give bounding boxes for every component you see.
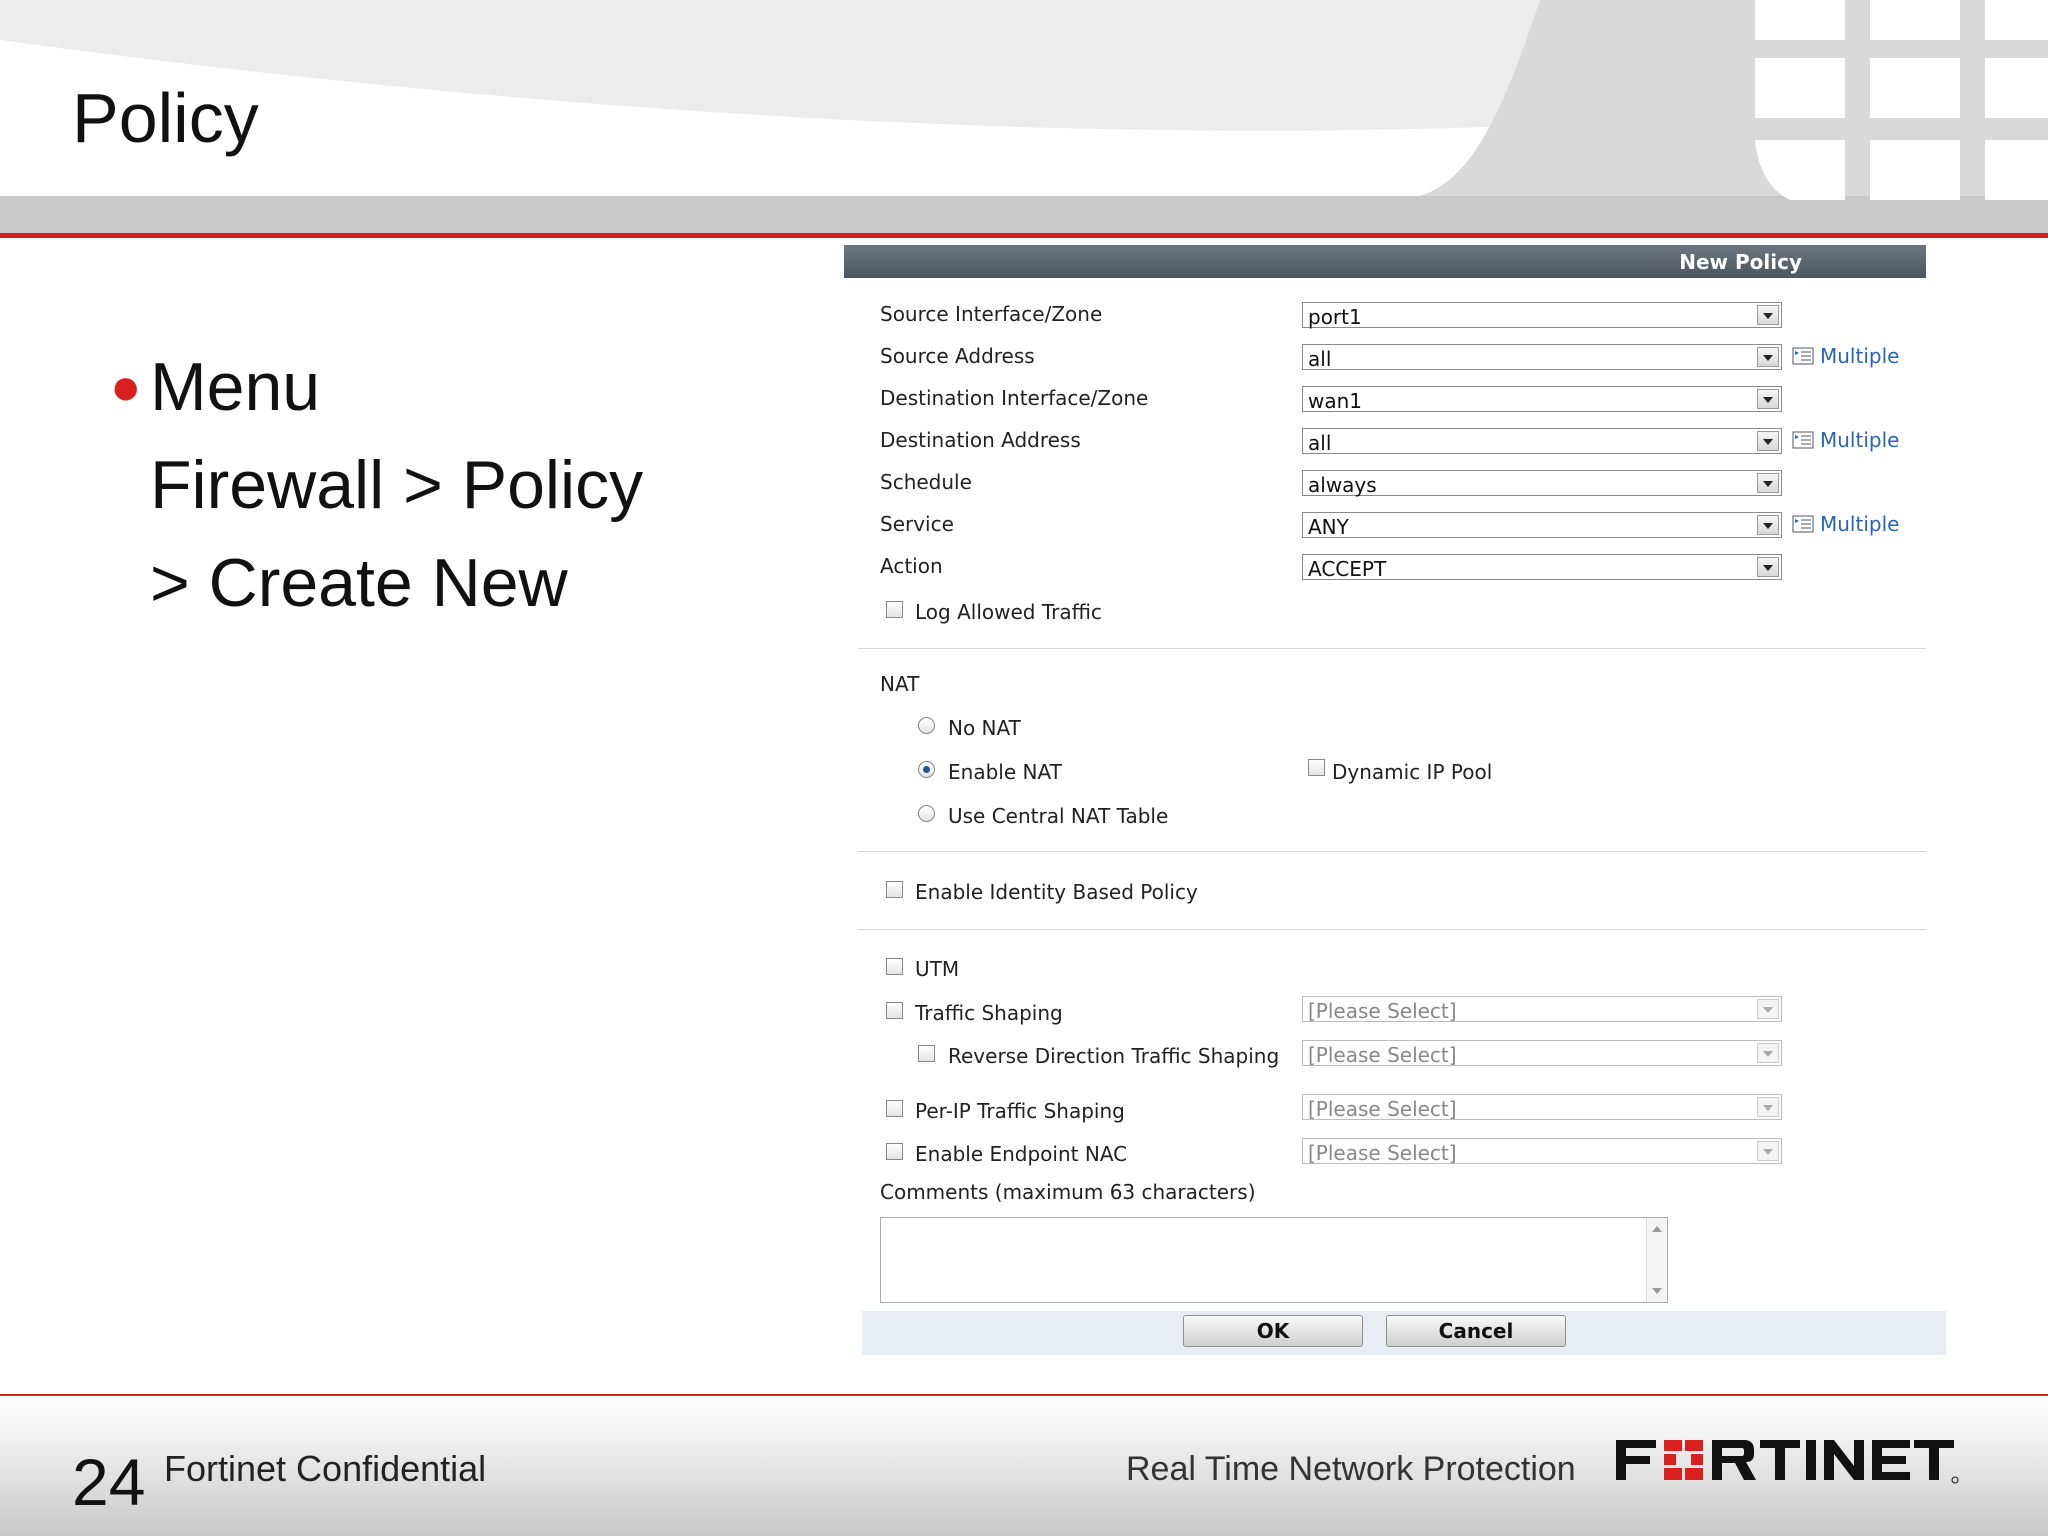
reverse-shaping-select[interactable]: [Please Select] bbox=[1302, 1040, 1782, 1067]
no-nat-radio[interactable] bbox=[918, 717, 935, 734]
bullet-line-1: Menu bbox=[150, 349, 321, 425]
traffic-shaping-value: [Please Select] bbox=[1308, 999, 1457, 1023]
endpoint-nac-select[interactable]: [Please Select] bbox=[1302, 1138, 1782, 1165]
destination-interface-select[interactable]: wan1 bbox=[1302, 386, 1782, 413]
footer-tagline: Real Time Network Protection bbox=[1126, 1450, 1576, 1488]
service-select[interactable]: ANY bbox=[1302, 512, 1782, 539]
per-ip-shaping-checkbox[interactable] bbox=[886, 1100, 903, 1117]
multiple-label: Multiple bbox=[1820, 428, 1900, 452]
reverse-shaping-value: [Please Select] bbox=[1308, 1043, 1457, 1067]
action-value: ACCEPT bbox=[1308, 557, 1387, 581]
source-address-multiple-link[interactable]: Multiple bbox=[1792, 344, 1899, 368]
fortinet-logo bbox=[1616, 1440, 1959, 1484]
slide: Policy ● Menu Firewall > Policy > Create… bbox=[0, 0, 2048, 1536]
chevron-down-icon[interactable] bbox=[1757, 389, 1779, 409]
multiple-list-icon bbox=[1792, 515, 1814, 533]
log-allowed-checkbox[interactable] bbox=[886, 601, 903, 618]
multiple-label: Multiple bbox=[1820, 512, 1900, 536]
footer-confidential: Fortinet Confidential bbox=[164, 1448, 487, 1489]
header-rule bbox=[0, 233, 2048, 238]
dialog-header: New Policy bbox=[844, 245, 1926, 278]
endpoint-nac-value: [Please Select] bbox=[1308, 1141, 1457, 1165]
comments-textarea[interactable] bbox=[880, 1217, 1668, 1303]
bullet-line-2: Firewall > Policy bbox=[150, 447, 644, 523]
destination-address-label: Destination Address bbox=[880, 428, 1081, 452]
comments-label: Comments (maximum 63 characters) bbox=[880, 1180, 1256, 1204]
destination-address-multiple-link[interactable]: Multiple bbox=[1792, 428, 1899, 452]
source-address-label: Source Address bbox=[880, 344, 1035, 368]
utm-checkbox[interactable] bbox=[886, 958, 903, 975]
source-interface-value: port1 bbox=[1308, 305, 1362, 329]
dialog-title: New Policy bbox=[1679, 250, 1802, 274]
reverse-shaping-label: Reverse Direction Traffic Shaping bbox=[948, 1044, 1280, 1068]
source-interface-label: Source Interface/Zone bbox=[880, 302, 1103, 326]
chevron-down-icon[interactable] bbox=[1757, 1043, 1779, 1063]
utm-label: UTM bbox=[915, 957, 960, 981]
chevron-down-icon[interactable] bbox=[1757, 305, 1779, 325]
traffic-shaping-label: Traffic Shaping bbox=[915, 1001, 1063, 1025]
destination-address-value: all bbox=[1308, 431, 1332, 455]
chevron-down-icon[interactable] bbox=[1757, 1097, 1779, 1117]
action-select[interactable]: ACCEPT bbox=[1302, 554, 1782, 581]
multiple-list-icon bbox=[1792, 347, 1814, 365]
bullet-icon: ● bbox=[110, 358, 142, 416]
per-ip-shaping-select[interactable]: [Please Select] bbox=[1302, 1094, 1782, 1121]
destination-interface-label: Destination Interface/Zone bbox=[880, 386, 1149, 410]
page-number: 24 bbox=[72, 1445, 146, 1519]
chevron-down-icon[interactable] bbox=[1757, 347, 1779, 367]
endpoint-nac-label: Enable Endpoint NAC bbox=[915, 1142, 1128, 1166]
nat-title: NAT bbox=[880, 672, 920, 696]
separator bbox=[858, 648, 1926, 649]
enable-nat-radio[interactable] bbox=[918, 761, 935, 778]
chevron-down-icon[interactable] bbox=[1757, 431, 1779, 451]
per-ip-shaping-value: [Please Select] bbox=[1308, 1097, 1457, 1121]
source-interface-select[interactable]: port1 bbox=[1302, 302, 1782, 329]
chevron-down-icon[interactable] bbox=[1757, 1141, 1779, 1161]
slide-title: Policy bbox=[72, 79, 259, 157]
ok-button[interactable]: OK bbox=[1183, 1315, 1363, 1347]
log-allowed-label: Log Allowed Traffic bbox=[915, 600, 1102, 624]
textarea-scrollbar[interactable] bbox=[1646, 1218, 1667, 1302]
chevron-down-icon[interactable] bbox=[1757, 473, 1779, 493]
chevron-down-icon[interactable] bbox=[1757, 999, 1779, 1019]
dynamic-ip-pool-checkbox[interactable] bbox=[1308, 759, 1325, 776]
separator bbox=[858, 929, 1926, 930]
dynamic-ip-pool-label: Dynamic IP Pool bbox=[1332, 760, 1493, 784]
service-value: ANY bbox=[1308, 515, 1349, 539]
central-nat-label: Use Central NAT Table bbox=[948, 804, 1169, 828]
service-label: Service bbox=[880, 512, 954, 536]
no-nat-label: No NAT bbox=[948, 716, 1021, 740]
service-multiple-link[interactable]: Multiple bbox=[1792, 512, 1899, 536]
multiple-label: Multiple bbox=[1820, 344, 1900, 368]
traffic-shaping-checkbox[interactable] bbox=[886, 1002, 903, 1019]
traffic-shaping-select[interactable]: [Please Select] bbox=[1302, 996, 1782, 1023]
separator bbox=[858, 851, 1926, 852]
source-address-select[interactable]: all bbox=[1302, 344, 1782, 371]
chevron-down-icon[interactable] bbox=[1757, 515, 1779, 535]
central-nat-radio[interactable] bbox=[918, 805, 935, 822]
source-address-value: all bbox=[1308, 347, 1332, 371]
multiple-list-icon bbox=[1792, 431, 1814, 449]
cancel-button[interactable]: Cancel bbox=[1386, 1315, 1566, 1347]
identity-policy-label: Enable Identity Based Policy bbox=[915, 880, 1198, 904]
new-policy-dialog: New Policy Source Interface/Zone port1 S… bbox=[842, 245, 1946, 1395]
action-label: Action bbox=[880, 554, 943, 578]
chevron-down-icon[interactable] bbox=[1757, 557, 1779, 577]
endpoint-nac-checkbox[interactable] bbox=[886, 1143, 903, 1160]
per-ip-shaping-label: Per-IP Traffic Shaping bbox=[915, 1099, 1125, 1123]
enable-nat-label: Enable NAT bbox=[948, 760, 1062, 784]
reverse-shaping-checkbox[interactable] bbox=[918, 1045, 935, 1062]
schedule-label: Schedule bbox=[880, 470, 972, 494]
bullet-line-3: > Create New bbox=[150, 545, 568, 621]
schedule-select[interactable]: always bbox=[1302, 470, 1782, 497]
header-background bbox=[0, 0, 2048, 234]
schedule-value: always bbox=[1308, 473, 1377, 497]
identity-policy-checkbox[interactable] bbox=[886, 881, 903, 898]
destination-interface-value: wan1 bbox=[1308, 389, 1363, 413]
destination-address-select[interactable]: all bbox=[1302, 428, 1782, 455]
